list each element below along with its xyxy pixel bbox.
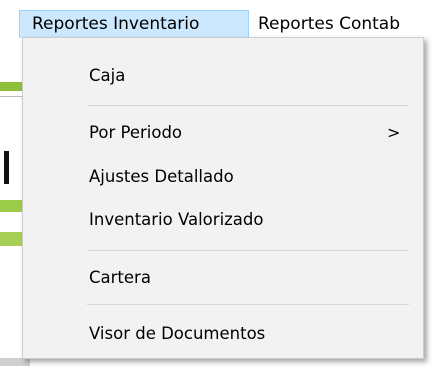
background-fragment xyxy=(0,82,22,91)
menu-item-inventario-valorizado[interactable]: Inventario Valorizado xyxy=(23,202,423,238)
menu-item-visor-de-documentos[interactable]: Visor de Documentos xyxy=(23,316,423,352)
menu-item-label: Ajustes Detallado xyxy=(89,167,234,186)
menubar-item-reportes-inventario[interactable]: Reportes Inventario xyxy=(19,10,249,38)
application-window: Reportes Inventario Reportes Contab Caja… xyxy=(0,0,441,375)
background-fragment xyxy=(3,292,11,322)
menu-item-label: Cartera xyxy=(89,268,151,287)
background-fragment xyxy=(4,151,9,184)
background-fragment xyxy=(0,232,22,246)
menu-item-caja[interactable]: Caja xyxy=(23,58,423,94)
menubar-item-reportes-contab[interactable]: Reportes Contab xyxy=(258,10,400,38)
menu-separator xyxy=(87,304,409,305)
menu-bar: Reportes Inventario Reportes Contab xyxy=(0,0,441,38)
menu-separator xyxy=(87,250,409,251)
menu-item-label: Inventario Valorizado xyxy=(89,210,264,229)
menu-separator xyxy=(87,105,409,106)
dropdown-menu: Caja Por Periodo > Ajustes Detallado Inv… xyxy=(22,37,424,359)
menu-item-label: Visor de Documentos xyxy=(89,324,266,343)
menu-item-ajustes-detallado[interactable]: Ajustes Detallado xyxy=(23,159,423,195)
background-fragment xyxy=(0,96,22,97)
menu-item-label: Por Periodo xyxy=(89,123,183,142)
background-fragment xyxy=(0,358,30,366)
menu-item-cartera[interactable]: Cartera xyxy=(23,260,423,296)
background-fragment xyxy=(0,200,22,212)
chevron-right-icon: > xyxy=(387,123,401,142)
menu-item-por-periodo[interactable]: Por Periodo > xyxy=(23,115,423,151)
menu-item-label: Caja xyxy=(89,66,126,85)
